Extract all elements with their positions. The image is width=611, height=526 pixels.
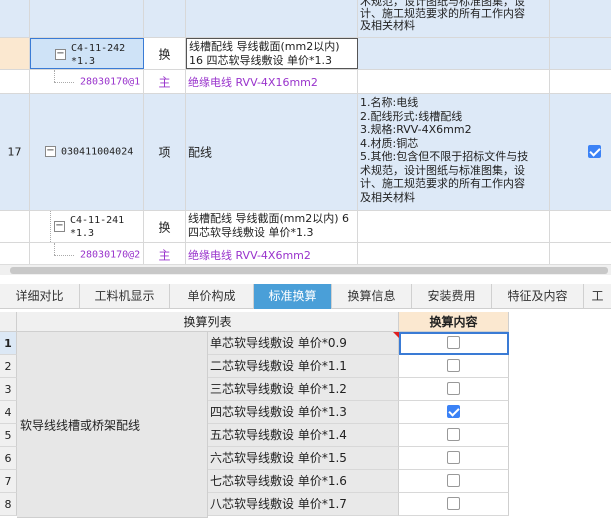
sub-code: C4-11-241 — [70, 215, 125, 226]
conversion-content-cell[interactable] — [399, 401, 509, 424]
name-line: 线槽配线 导线截面(mm2以内) — [189, 40, 340, 53]
horizontal-scrollbar[interactable] — [0, 264, 611, 275]
material-name: 绝缘电线 RVV-4X6mm2 — [188, 248, 311, 262]
collapse-icon[interactable]: − — [45, 146, 56, 157]
bill-items-grid: 术规范，设计图纸与标准图集，设 计、施工规范要求的所有工作内容 及相关材料 − … — [0, 0, 611, 264]
table-row[interactable]: − C4-11-241 *1.3 换 线槽配线 导线截面(mm2以内) 6 四芯… — [0, 211, 611, 243]
conversion-checkbox[interactable] — [447, 382, 460, 395]
type-label: 换 — [158, 47, 171, 61]
conversion-content-cell[interactable] — [399, 470, 509, 493]
tab-detail-compare[interactable]: 详细对比 — [0, 284, 80, 309]
tab-install-fee[interactable]: 安装费用 — [412, 284, 492, 309]
conversion-checkbox[interactable] — [447, 451, 460, 464]
table-row[interactable]: 28030170@1 主 绝缘电线 RVV-4X16mm2 — [0, 70, 611, 94]
conversion-option[interactable]: 六芯软导线敷设 单价*1.5 — [208, 447, 399, 470]
conversion-checkbox[interactable] — [447, 474, 460, 487]
material-code: 28030170@1 — [80, 76, 141, 87]
type-label: 项 — [158, 145, 171, 160]
material-code: 28030170@2 — [80, 249, 141, 260]
tab-unit-price[interactable]: 单价构成 — [170, 284, 254, 309]
table-row[interactable]: 28030170@2 主 绝缘电线 RVV-4X6mm2 — [0, 243, 611, 264]
feature-line: 2.配线形式:线槽配线 — [360, 109, 463, 123]
tab-conversion-info[interactable]: 换算信息 — [332, 284, 412, 309]
header-conversion-list: 换算列表 — [17, 312, 399, 332]
feature-line: 5.其他:包含但不限于招标文件与技 — [360, 150, 529, 163]
table-row[interactable]: 17 − 030411004024 项 配线 1.名称:电线 2.配线形式:线槽… — [0, 94, 611, 211]
type-label: 主 — [158, 75, 171, 89]
conversion-checkbox[interactable] — [447, 336, 460, 349]
type-label: 主 — [158, 248, 171, 262]
conversion-option[interactable]: 七芯软导线敷设 单价*1.6 — [208, 470, 399, 493]
item-name: 配线 — [188, 145, 213, 160]
detail-tabs: 详细对比 工料机显示 单价构成 标准换算 换算信息 安装费用 特征及内容 工 — [0, 284, 611, 309]
conversion-checkbox[interactable] — [447, 405, 460, 418]
conversion-option[interactable]: 二芯软导线敷设 单价*1.1 — [208, 355, 399, 378]
row-number: 5 — [0, 424, 17, 447]
material-name: 绝缘电线 RVV-4X16mm2 — [188, 75, 318, 89]
collapse-icon[interactable]: − — [55, 49, 66, 60]
conversion-group: 软导线线槽或桥架配线 — [17, 332, 208, 518]
conversion-checkbox[interactable] — [447, 428, 460, 441]
conversion-option[interactable]: 五芯软导线敷设 单价*1.4 — [208, 424, 399, 447]
tab-features[interactable]: 特征及内容 — [492, 284, 584, 309]
row-number: 3 — [0, 378, 17, 401]
conversion-option[interactable]: 三芯软导线敷设 单价*1.2 — [208, 378, 399, 401]
feature-line: 1.名称:电线 — [360, 96, 419, 109]
feature-cell[interactable]: 术规范，设计图纸与标准图集，设 计、施工规范要求的所有工作内容 及相关材料 — [358, 0, 550, 37]
feature-line: 及相关材料 — [360, 190, 415, 204]
sub-code-multiplier: *1.3 — [70, 228, 95, 239]
conversion-option[interactable]: 单芯软导线敷设 单价*0.9 — [208, 332, 399, 355]
name-line: 16 四芯软导线敷设 单价*1.3 — [189, 54, 332, 67]
output-checkbox[interactable] — [588, 145, 601, 158]
row-number: 7 — [0, 470, 17, 493]
feature-line: 4.材质:铜芯 — [360, 136, 419, 150]
table-row[interactable]: − C4-11-242 *1.3 换 线槽配线 导线截面(mm2以内) 16 四… — [0, 38, 611, 70]
tab-materials[interactable]: 工料机显示 — [80, 284, 170, 309]
table-row[interactable]: 术规范，设计图纸与标准图集，设 计、施工规范要求的所有工作内容 及相关材料 — [0, 0, 611, 38]
item-code: 030411004024 — [61, 146, 134, 158]
conversion-content-cell[interactable] — [399, 424, 509, 447]
name-line: 线槽配线 导线截面(mm2以内) 6 — [188, 212, 350, 225]
conversion-checkbox[interactable] — [447, 497, 460, 510]
tab-more[interactable]: 工 — [584, 284, 611, 309]
feature-line: 及相关材料 — [360, 19, 415, 32]
row-number: 1 — [0, 332, 17, 355]
feature-line: 计、施工规范要求的所有工作内容 — [360, 177, 525, 190]
row-number: 2 — [0, 355, 17, 378]
row-number: 17 — [7, 145, 22, 159]
feature-cell[interactable]: 1.名称:电线 2.配线形式:线槽配线 3.规格:RVV-4X6mm2 4.材质… — [358, 94, 550, 210]
collapse-icon[interactable]: − — [54, 221, 65, 232]
conversion-checkbox[interactable] — [447, 359, 460, 372]
scrollbar-thumb[interactable] — [10, 267, 608, 274]
conversion-content-cell[interactable] — [399, 447, 509, 470]
name-line: 四芯软导线敷设 单价*1.3 — [188, 226, 314, 239]
row-number: 4 — [0, 401, 17, 424]
row-number: 6 — [0, 447, 17, 470]
conversion-content-cell[interactable] — [399, 332, 509, 355]
name-cell[interactable]: 配线 — [186, 94, 358, 210]
conversion-option[interactable]: 八芯软导线敷设 单价*1.7 — [208, 493, 399, 516]
feature-line: 3.规格:RVV-4X6mm2 — [360, 123, 472, 136]
sub-code-multiplier: *1.3 — [71, 56, 96, 67]
conversion-grid: 换算列表 换算内容 软导线线槽或桥架配线 1 单芯软导线敷设 单价*0.9 2 二芯软… — [0, 312, 611, 526]
name-cell[interactable]: 线槽配线 导线截面(mm2以内) 16 四芯软导线敷设 单价*1.3 — [186, 38, 358, 69]
conversion-option[interactable]: 四芯软导线敷设 单价*1.3 — [208, 401, 399, 424]
conversion-content-cell[interactable] — [399, 378, 509, 401]
type-label: 换 — [158, 220, 171, 234]
conversion-content-cell[interactable] — [399, 493, 509, 516]
name-cell[interactable]: 线槽配线 导线截面(mm2以内) 6 四芯软导线敷设 单价*1.3 — [186, 211, 358, 242]
sub-code: C4-11-242 — [71, 43, 126, 54]
code-cell[interactable]: − C4-11-242 *1.3 — [30, 38, 144, 69]
conversion-content-cell[interactable] — [399, 355, 509, 378]
feature-line: 术规范，设计图纸与标准图集，设 — [360, 163, 525, 177]
header-conversion-content: 换算内容 — [399, 312, 509, 332]
row-number: 8 — [0, 493, 17, 516]
tab-standard-conversion[interactable]: 标准换算 — [254, 284, 332, 309]
group-label: 软导线线槽或桥架配线 — [20, 418, 141, 432]
